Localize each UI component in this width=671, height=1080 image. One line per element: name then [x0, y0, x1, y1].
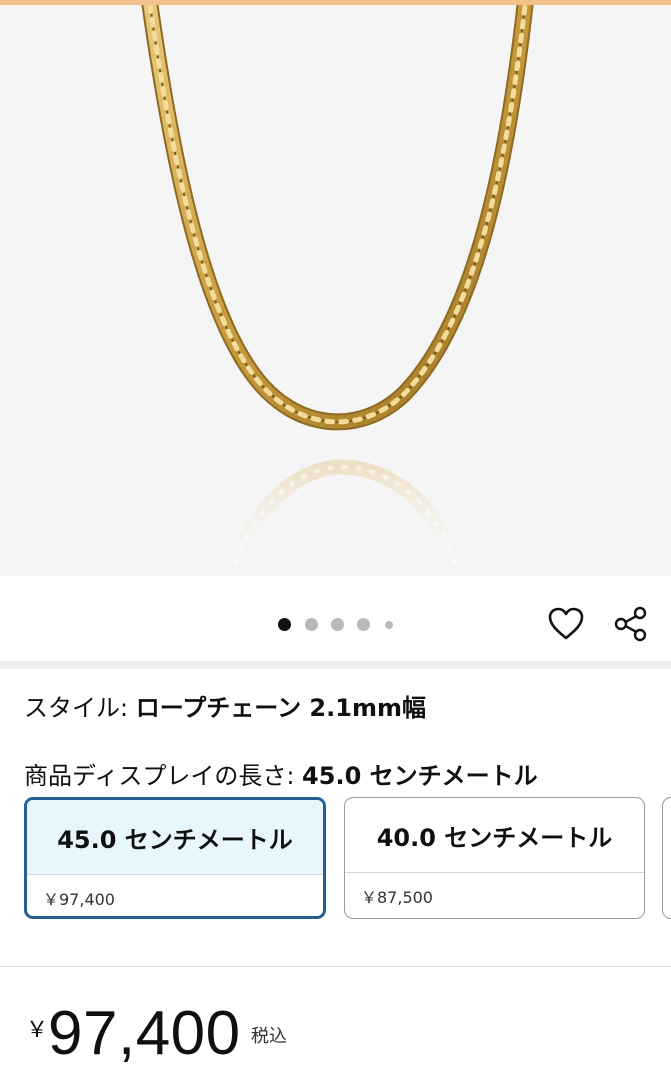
necklace-illustration [141, 5, 534, 573]
product-image[interactable] [0, 5, 671, 576]
carousel-dots[interactable] [278, 618, 408, 632]
carousel-dot-3[interactable] [331, 618, 344, 631]
price-amount: 97,400 [48, 999, 241, 1068]
share-icon [614, 606, 647, 642]
size-option-label: 45.0 センチメートル [27, 800, 323, 874]
size-option-label: 40.0 センチメートル [376, 823, 613, 852]
style-label: スタイル: [24, 694, 136, 722]
tax-note: 税込 [251, 1026, 287, 1047]
size-value: 45.0 センチメートル [302, 762, 538, 790]
heart-icon [548, 607, 584, 640]
size-label: 商品ディスプレイの長さ: [24, 762, 303, 790]
size-option-more[interactable] [662, 797, 671, 919]
carousel-dot-1[interactable] [278, 618, 291, 631]
section-divider [0, 966, 671, 967]
section-divider [0, 661, 671, 669]
size-option-price: ￥87,500 [345, 872, 644, 918]
share-button[interactable] [609, 602, 653, 646]
size-option-45cm[interactable]: 45.0 センチメートル ￥97,400 [24, 797, 326, 919]
price-currency: ￥ [26, 1018, 49, 1043]
style-selector-label: スタイル: ロープチェーン 2.1mm幅 [24, 688, 426, 723]
size-option-40cm[interactable]: 40.0 センチメートル ￥87,500 [344, 797, 645, 919]
carousel-dot-2[interactable] [305, 618, 318, 631]
size-selector-label: 商品ディスプレイの長さ: 45.0 センチメートル [24, 756, 538, 791]
size-option-price: ￥97,400 [27, 874, 323, 916]
style-value: ロープチェーン 2.1mm幅 [135, 694, 426, 722]
wishlist-button[interactable] [544, 602, 588, 646]
carousel-dot-4[interactable] [357, 618, 370, 631]
carousel-dot-5[interactable] [385, 621, 393, 629]
